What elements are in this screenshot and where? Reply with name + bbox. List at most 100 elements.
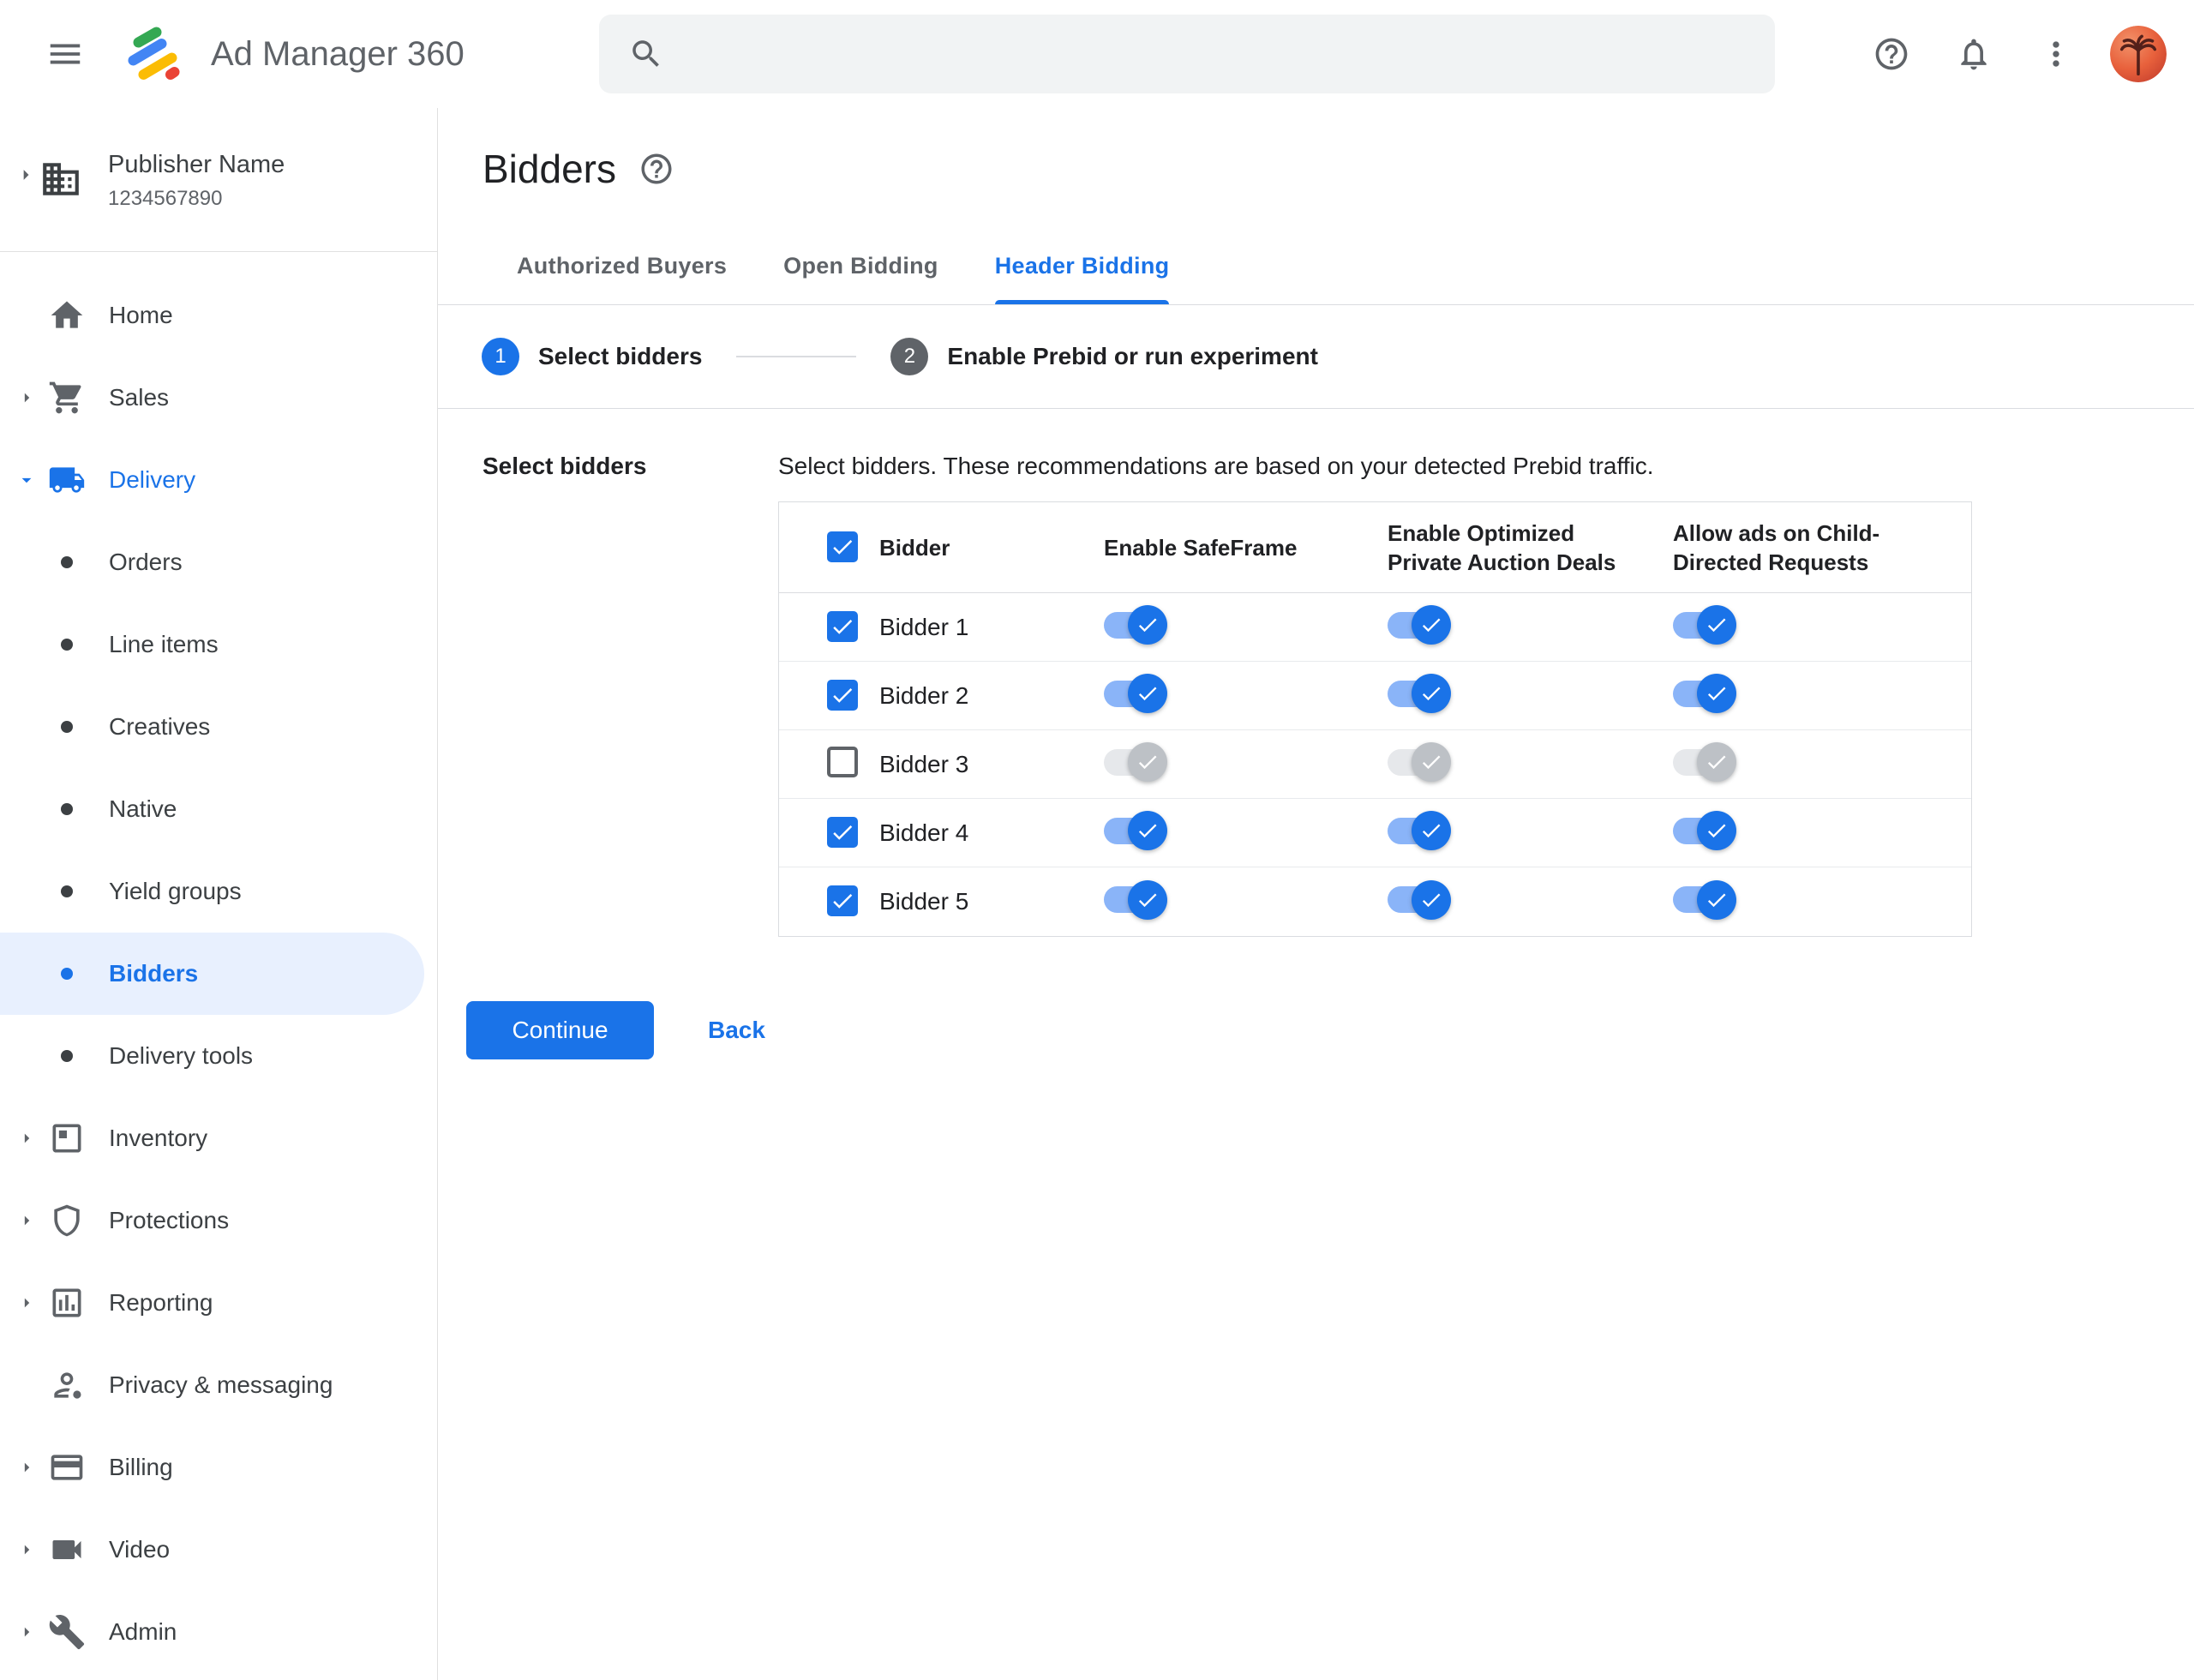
app-title: Ad Manager 360 bbox=[211, 34, 465, 73]
sidebar-item-label: Native bbox=[109, 795, 177, 822]
chevron-right-icon[interactable] bbox=[14, 387, 39, 409]
bidders-table: Bidder Enable SafeFrame Enable Optimized… bbox=[778, 501, 1972, 937]
toggle-thumb bbox=[1128, 811, 1167, 850]
step-1-label: Select bidders bbox=[538, 343, 703, 369]
chevron-right-icon[interactable] bbox=[14, 1292, 39, 1314]
column-header-bidder: Bidder bbox=[879, 534, 950, 561]
form-actions: Continue Back bbox=[466, 1001, 765, 1059]
toggle-thumb bbox=[1697, 674, 1736, 713]
safeframe-toggle[interactable] bbox=[1104, 742, 1167, 782]
child-directed-toggle[interactable] bbox=[1673, 742, 1736, 782]
row-checkbox[interactable] bbox=[827, 679, 858, 711]
sidebar-item-protections[interactable]: Protections bbox=[0, 1179, 437, 1262]
sidebar-item-home[interactable]: Home bbox=[0, 274, 437, 357]
search-bar[interactable] bbox=[599, 15, 1775, 93]
table-description: Select bidders. These recommendations ar… bbox=[778, 453, 1654, 479]
row-checkbox[interactable] bbox=[827, 816, 858, 848]
sidebar-item-line-items[interactable]: Line items bbox=[0, 603, 437, 686]
sidebar-item-reporting[interactable]: Reporting bbox=[0, 1262, 437, 1344]
step-2-label: Enable Prebid or run experiment bbox=[947, 343, 1318, 369]
sidebar-item-creatives[interactable]: Creatives bbox=[0, 686, 437, 768]
child-directed-toggle[interactable] bbox=[1673, 605, 1736, 645]
stepper: 1 Select bidders 2 Enable Prebid or run … bbox=[438, 305, 2194, 409]
child-directed-toggle[interactable] bbox=[1673, 879, 1736, 920]
tab-bar: Authorized Buyers Open Bidding Header Bi… bbox=[438, 228, 2194, 305]
back-button[interactable]: Back bbox=[708, 1017, 765, 1044]
child-directed-toggle[interactable] bbox=[1673, 811, 1736, 850]
shield-icon bbox=[46, 1200, 87, 1241]
sidebar-item-admin[interactable]: Admin bbox=[0, 1591, 437, 1673]
sidebar-item-delivery[interactable]: Delivery bbox=[0, 439, 437, 521]
column-header-optimized-deals: Enable Optimized Private Auction Deals bbox=[1388, 519, 1616, 575]
child-directed-toggle[interactable] bbox=[1673, 674, 1736, 713]
report-icon bbox=[46, 1282, 87, 1323]
chevron-right-icon[interactable] bbox=[14, 1127, 39, 1149]
search-input[interactable] bbox=[686, 39, 1775, 69]
optimized-deals-toggle[interactable] bbox=[1388, 742, 1451, 782]
tab-open-bidding[interactable]: Open Bidding bbox=[755, 228, 967, 304]
sidebar-item-label: Video bbox=[109, 1536, 171, 1563]
help-icon[interactable] bbox=[1863, 26, 1920, 82]
bidder-name: Bidder 2 bbox=[879, 681, 969, 709]
chevron-right-icon[interactable] bbox=[14, 1209, 39, 1232]
more-options-icon[interactable] bbox=[2028, 26, 2084, 82]
top-app-bar: Ad Manager 360 bbox=[0, 0, 2194, 108]
continue-button[interactable]: Continue bbox=[466, 1001, 654, 1059]
bullet-icon bbox=[46, 1035, 87, 1077]
menu-icon[interactable] bbox=[34, 23, 96, 85]
bullet-icon bbox=[46, 953, 87, 994]
safeframe-toggle[interactable] bbox=[1104, 879, 1167, 920]
safeframe-toggle[interactable] bbox=[1104, 605, 1167, 645]
sidebar-item-privacy-messaging[interactable]: Privacy & messaging bbox=[0, 1344, 437, 1426]
tab-authorized-buyers[interactable]: Authorized Buyers bbox=[489, 228, 755, 304]
sidebar-item-label: Bidders bbox=[109, 960, 199, 987]
avatar[interactable] bbox=[2110, 26, 2167, 82]
toggle-thumb bbox=[1412, 879, 1451, 920]
sidebar-item-billing[interactable]: Billing bbox=[0, 1426, 437, 1509]
sidebar-item-label: Orders bbox=[109, 549, 183, 575]
row-checkbox[interactable] bbox=[827, 610, 858, 642]
optimized-deals-toggle[interactable] bbox=[1388, 879, 1451, 920]
optimized-deals-toggle[interactable] bbox=[1388, 811, 1451, 850]
notifications-icon[interactable] bbox=[1945, 26, 2002, 82]
sidebar-item-yield-groups[interactable]: Yield groups bbox=[0, 850, 437, 933]
page-title-row: Bidders bbox=[483, 146, 674, 192]
sidebar-item-video[interactable]: Video bbox=[0, 1509, 437, 1591]
sidebar-item-delivery-tools[interactable]: Delivery tools bbox=[0, 1015, 437, 1097]
safeframe-toggle[interactable] bbox=[1104, 811, 1167, 850]
sidebar-item-label: Reporting bbox=[109, 1289, 213, 1316]
tab-header-bidding[interactable]: Header Bidding bbox=[967, 228, 1198, 304]
video-icon bbox=[46, 1529, 87, 1570]
chevron-right-icon[interactable] bbox=[14, 1456, 39, 1479]
sidebar-item-native[interactable]: Native bbox=[0, 768, 437, 850]
optimized-deals-toggle[interactable] bbox=[1388, 674, 1451, 713]
table-header-row: Bidder Enable SafeFrame Enable Optimized… bbox=[779, 502, 1971, 593]
column-header-child-directed: Allow ads on Child-Directed Requests bbox=[1673, 519, 1880, 575]
select-all-checkbox[interactable] bbox=[827, 531, 858, 562]
chevron-right-icon[interactable] bbox=[14, 1621, 39, 1643]
sidebar-item-orders[interactable]: Orders bbox=[0, 521, 437, 603]
toggle-thumb bbox=[1128, 674, 1167, 713]
row-checkbox[interactable] bbox=[827, 747, 858, 777]
optimized-deals-toggle[interactable] bbox=[1388, 605, 1451, 645]
toggle-thumb bbox=[1412, 742, 1451, 782]
chevron-down-icon[interactable] bbox=[14, 469, 39, 491]
publisher-building-icon bbox=[39, 158, 82, 201]
sidebar-nav: Home Sales Delivery Orders Line items Creativ… bbox=[0, 252, 437, 1673]
chevron-right-icon[interactable] bbox=[14, 163, 38, 187]
sidebar-item-bidders[interactable]: Bidders bbox=[0, 933, 424, 1015]
sidebar-item-sales[interactable]: Sales bbox=[0, 357, 437, 439]
bullet-icon bbox=[46, 624, 87, 665]
publisher-selector[interactable]: Publisher Name 1234567890 bbox=[0, 108, 437, 252]
safeframe-toggle[interactable] bbox=[1104, 674, 1167, 713]
chevron-right-icon[interactable] bbox=[14, 1539, 39, 1561]
page-help-icon[interactable] bbox=[638, 151, 674, 187]
inventory-icon bbox=[46, 1118, 87, 1159]
sidebar-item-inventory[interactable]: Inventory bbox=[0, 1097, 437, 1179]
toggle-thumb bbox=[1697, 742, 1736, 782]
toggle-thumb bbox=[1697, 605, 1736, 645]
step-2-indicator: 2 bbox=[890, 338, 929, 375]
row-checkbox[interactable] bbox=[827, 885, 858, 916]
main-content: Bidders Authorized Buyers Open Bidding H… bbox=[438, 108, 2194, 1680]
sidebar-item-label: Delivery bbox=[109, 466, 196, 493]
